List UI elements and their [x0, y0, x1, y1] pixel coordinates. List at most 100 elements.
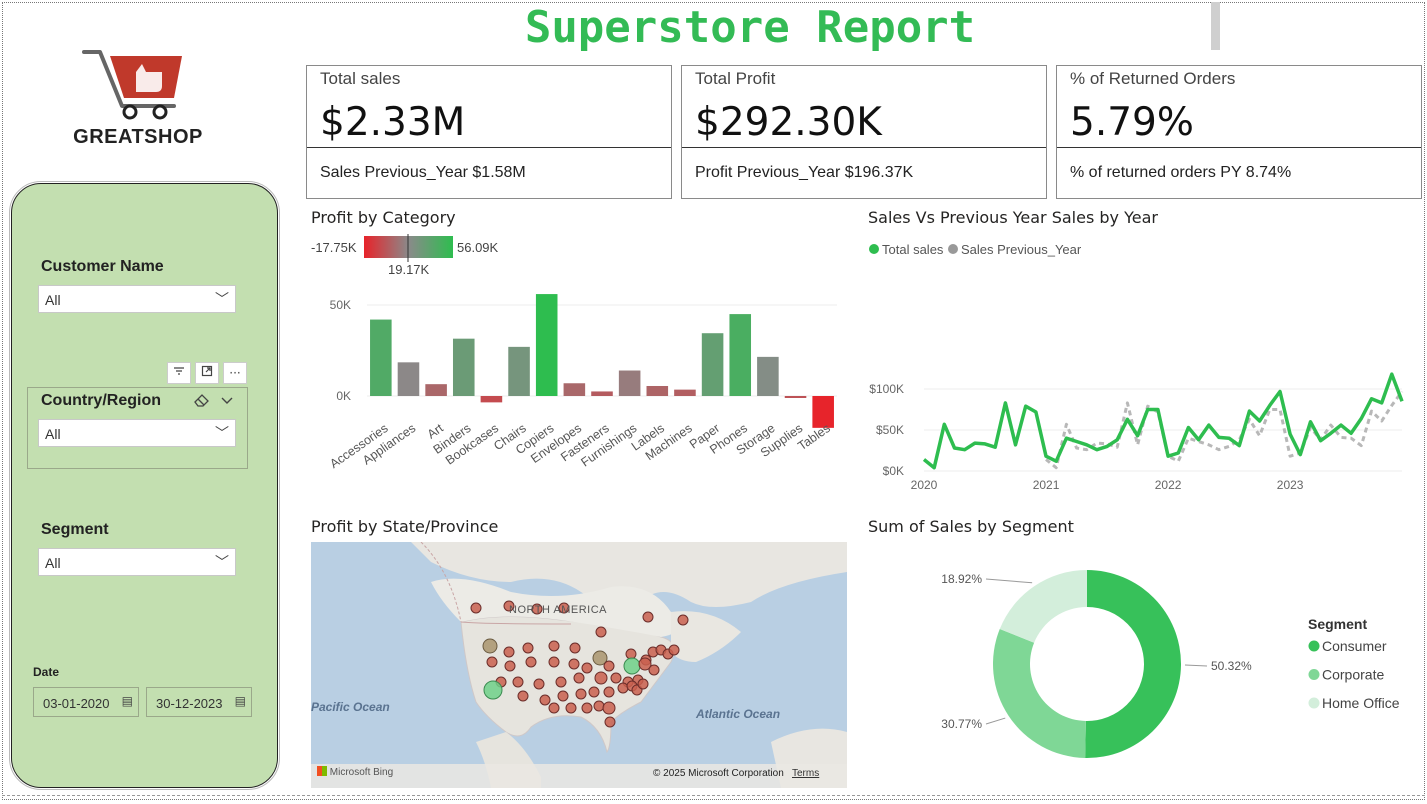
map-bubble[interactable] [625, 648, 637, 660]
bar-envelopes[interactable] [563, 383, 586, 396]
map-bubble[interactable] [533, 678, 545, 690]
bar-paper[interactable] [701, 333, 724, 396]
map-bubble[interactable] [677, 614, 689, 626]
country-region-dropdown[interactable]: All ﹀ [38, 419, 236, 447]
map-bubble[interactable] [602, 701, 616, 715]
donut-slice-consumer[interactable] [1085, 570, 1182, 758]
map-bubble[interactable] [588, 686, 600, 698]
bar-furnishings[interactable] [618, 370, 641, 396]
bar-labels[interactable] [646, 385, 669, 396]
y-tick-label: $100K [869, 382, 904, 396]
profit-by-category-chart[interactable]: -17.75K 56.09K 19.17K 50K0K AccessoriesA… [305, 230, 855, 500]
map-bubble[interactable] [486, 656, 498, 668]
map-bubble[interactable] [539, 694, 551, 706]
kpi-divider [682, 147, 1046, 148]
map-bubble[interactable] [503, 646, 515, 658]
map-label-atlantic: Atlantic Ocean [696, 707, 781, 721]
kpi-divider [1057, 147, 1421, 148]
legend-dot [1308, 697, 1320, 709]
map-bubble[interactable] [603, 660, 615, 672]
map-bubble[interactable] [610, 672, 622, 684]
map-bubble[interactable] [555, 676, 567, 688]
map-bubble[interactable] [623, 657, 641, 675]
y-tick-label: 0K [336, 389, 351, 403]
map-bubble[interactable] [593, 700, 605, 712]
bar-binders[interactable] [452, 338, 475, 396]
map-bubble[interactable] [548, 640, 560, 652]
x-tick-label: 2023 [1277, 478, 1304, 492]
map-bubble[interactable] [581, 662, 593, 674]
legend-item-consumer[interactable]: Consumer [1322, 638, 1387, 654]
map-bubble[interactable] [525, 656, 537, 668]
bar-machines[interactable] [674, 389, 696, 396]
map-bubble[interactable] [594, 671, 608, 685]
page-boundary [2, 795, 1425, 796]
end-date-input[interactable]: 30-12-2023 ▤ [146, 687, 252, 717]
map-bubble[interactable] [548, 656, 560, 668]
filter-icon[interactable] [167, 362, 191, 384]
map-bubble[interactable] [603, 686, 615, 698]
segment-legend-title: Segment [1308, 616, 1367, 632]
legend-item-home-office[interactable]: Home Office [1322, 695, 1400, 711]
map-bubble[interactable] [504, 660, 516, 672]
bar-supplies[interactable] [784, 396, 807, 398]
map-bubble[interactable] [512, 676, 524, 688]
map-bubble[interactable] [557, 690, 569, 702]
map-provider-text: Microsoft Bing [329, 767, 394, 778]
donut-data-label: 30.77% [941, 717, 982, 731]
chevron-down-icon: ﹀ [215, 554, 229, 570]
profit-by-category-title: Profit by Category [311, 208, 456, 227]
bar-copiers[interactable] [535, 294, 558, 396]
bar-accessories[interactable] [370, 319, 392, 396]
legend-item-corporate[interactable]: Corporate [1322, 667, 1384, 683]
focus-mode-icon[interactable] [195, 362, 219, 384]
map-bubble[interactable] [642, 611, 654, 623]
bar-chairs[interactable] [508, 346, 530, 396]
map-bubble[interactable] [517, 690, 529, 702]
map-bubble[interactable] [548, 702, 560, 714]
map-bubble[interactable] [483, 680, 503, 700]
bar-fasteners[interactable] [591, 391, 613, 396]
map-bubble[interactable] [565, 702, 577, 714]
chevron-up-icon[interactable] [220, 394, 234, 406]
y-tick-label: $0K [883, 464, 904, 478]
bar-appliances[interactable] [397, 362, 420, 396]
map-terms-link[interactable]: Terms [792, 768, 819, 779]
report-title: Superstore Report [524, 2, 976, 53]
start-date-value: 03-01-2020 [43, 696, 110, 711]
map-bubble[interactable] [604, 716, 616, 728]
map-bubble[interactable] [595, 626, 607, 638]
map-bubble[interactable] [482, 638, 498, 654]
calendar-icon: ▤ [121, 694, 133, 708]
x-tick-label: 2022 [1155, 478, 1182, 492]
sales-vs-py-chart[interactable]: Total sales Sales Previous_Year $100K $50… [862, 236, 1422, 498]
donut-data-label: 18.92% [941, 572, 982, 586]
bar-storage[interactable] [757, 356, 779, 396]
map-label-pacific: Pacific Ocean [311, 700, 390, 714]
sales-by-segment-chart[interactable]: 50.32% 30.77% 18.92% Segment Consumer Corpo… [862, 540, 1422, 790]
profit-by-state-map[interactable]: NORTH AMERICA Pacific Ocean Atlantic Oce… [311, 542, 847, 788]
donut-slice-corporate[interactable] [993, 628, 1086, 758]
map-bubble[interactable] [573, 672, 585, 684]
map-bubble[interactable] [668, 644, 680, 656]
bar-art[interactable] [425, 384, 447, 396]
bar-phones[interactable] [729, 314, 752, 396]
end-date-value: 30-12-2023 [156, 696, 223, 711]
customer-name-dropdown[interactable]: All ﹀ [38, 285, 236, 313]
more-options-icon[interactable]: ··· [223, 362, 247, 384]
map-bubble[interactable] [569, 642, 581, 654]
segment-dropdown[interactable]: All ﹀ [38, 548, 236, 576]
map-bubble[interactable] [568, 658, 580, 670]
bar-bookcases[interactable] [480, 396, 503, 403]
map-bubble[interactable] [522, 642, 534, 654]
map-bubble[interactable] [575, 688, 587, 700]
map-bubble[interactable] [637, 678, 649, 690]
eraser-icon[interactable] [193, 392, 211, 408]
map-bubble[interactable] [648, 664, 660, 676]
start-date-input[interactable]: 03-01-2020 ▤ [33, 687, 139, 717]
map-bubble[interactable] [581, 702, 593, 714]
map-bubble[interactable] [617, 682, 629, 694]
series-line-total-sales[interactable] [922, 372, 1404, 470]
kpi-card-total-sales: Total sales $2.33M Sales Previous_Year $… [306, 65, 672, 199]
map-bubble[interactable] [470, 602, 482, 614]
